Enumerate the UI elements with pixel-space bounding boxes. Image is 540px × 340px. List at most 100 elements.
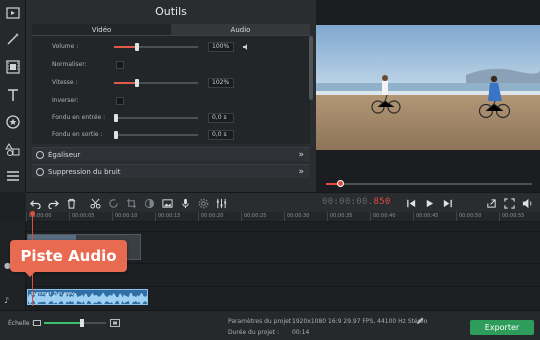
- scale-slider[interactable]: [44, 319, 106, 327]
- sticker-icon[interactable]: [3, 111, 23, 133]
- noise-removal-label: Suppression du bruit: [48, 168, 121, 176]
- speed-label: Vitesse :: [52, 79, 78, 86]
- play-icon[interactable]: [422, 196, 436, 210]
- fullscreen-icon[interactable]: [502, 196, 516, 210]
- redo-icon[interactable]: [46, 196, 60, 210]
- export-frame-icon[interactable]: [484, 196, 498, 210]
- audio-clip[interactable]: summer_fun.wav: [27, 289, 148, 305]
- tools-panel: Outils Vidéo Audio Volume : 100% Normali…: [26, 0, 316, 192]
- fade-out-value[interactable]: 0,0 s: [208, 130, 234, 140]
- ruler-tick: 00:00:45: [413, 212, 438, 221]
- equalizer-accordion[interactable]: Égaliseur »: [32, 147, 310, 161]
- beach-scene-image: [316, 25, 540, 150]
- ruler-tick: 00:00:55: [499, 212, 524, 221]
- fade-in-label: Fondu en entrée :: [52, 114, 106, 121]
- fade-out-row: Fondu en sortie : 0,0 s: [32, 128, 310, 142]
- seek-bar-handle[interactable]: [337, 180, 344, 187]
- equalizer-radio[interactable]: [36, 151, 44, 159]
- volume-row: Volume : 100%: [32, 40, 310, 54]
- music-note-icon: ♪: [4, 296, 10, 305]
- chevron-double-right-icon: »: [298, 150, 304, 160]
- project-params-value: 1920x1080 16:9 29.97 FPS, 44100 Hz Stéré…: [292, 318, 428, 325]
- panel-title: Outils: [155, 5, 187, 18]
- chevron-double-right-icon: »: [298, 167, 304, 177]
- scale-slider-handle[interactable]: [80, 319, 84, 327]
- tab-bar: Vidéo Audio: [32, 24, 310, 36]
- seek-bar[interactable]: [326, 180, 532, 187]
- color-adjust-icon[interactable]: [142, 196, 156, 210]
- film-import-icon[interactable]: [3, 2, 23, 24]
- speed-slider-handle[interactable]: [135, 79, 139, 87]
- gear-icon[interactable]: [196, 196, 210, 210]
- ruler-tick: 00:00:50: [456, 212, 481, 221]
- preview-panel: [316, 0, 540, 192]
- volume-icon[interactable]: [520, 196, 534, 210]
- transitions-icon[interactable]: [3, 138, 23, 160]
- reverse-row: Inverser:: [32, 94, 310, 108]
- film-strip-icon[interactable]: [3, 56, 23, 78]
- timecode-ms: 850: [373, 197, 391, 207]
- zoom-out-icon[interactable]: [33, 319, 41, 327]
- equalizer-icon[interactable]: [214, 196, 228, 210]
- ruler-tick: 00:00:30: [284, 212, 309, 221]
- status-bar: Échelle : Paramètres du projet : 1920x10…: [0, 310, 540, 340]
- panel-scrollbar[interactable]: [309, 36, 313, 100]
- speed-slider[interactable]: [114, 79, 198, 87]
- volume-slider[interactable]: [114, 43, 198, 51]
- ruler-tick: 00:00:05: [69, 212, 94, 221]
- noise-removal-radio[interactable]: [36, 168, 44, 176]
- skip-forward-icon[interactable]: [440, 196, 454, 210]
- zoom-in-icon[interactable]: [110, 318, 120, 328]
- undo-icon[interactable]: [28, 196, 42, 210]
- normalize-checkbox[interactable]: [116, 61, 124, 69]
- reverse-checkbox[interactable]: [116, 97, 124, 105]
- tab-video[interactable]: Vidéo: [32, 24, 171, 36]
- timecode-main: 00:00:00.: [322, 197, 374, 207]
- crop-icon[interactable]: [124, 196, 138, 210]
- skip-back-icon[interactable]: [404, 196, 418, 210]
- project-params-label: Paramètres du projet :: [228, 318, 296, 325]
- fade-in-slider-handle[interactable]: [114, 114, 118, 122]
- ruler-tick: 00:00:25: [241, 212, 266, 221]
- speaker-icon[interactable]: [242, 43, 250, 51]
- scale-label: Échelle :: [8, 320, 34, 327]
- volume-slider-fill: [114, 46, 137, 48]
- audio-clip-name: summer_fun.wav: [31, 291, 74, 297]
- track-divider: [26, 231, 540, 232]
- ruler-tick: 00:00:35: [327, 212, 352, 221]
- volume-slider-handle[interactable]: [135, 43, 139, 51]
- menu-icon[interactable]: [3, 165, 23, 187]
- fade-in-row: Fondu en entrée : 0,0 s: [32, 111, 310, 125]
- ruler-tick: 00:00:10: [112, 212, 137, 221]
- callout-pointer: [24, 271, 36, 277]
- track-divider: [26, 286, 540, 287]
- speed-slider-fill: [114, 82, 137, 84]
- duration-value: 00:14: [292, 329, 310, 336]
- ruler-tick: 00:00:40: [370, 212, 395, 221]
- fade-in-slider[interactable]: [114, 114, 198, 122]
- magic-wand-icon[interactable]: [3, 28, 23, 50]
- trash-icon[interactable]: [64, 196, 78, 210]
- text-icon[interactable]: [3, 84, 23, 106]
- ruler-tick: 00:00:20: [198, 212, 223, 221]
- image-icon[interactable]: [160, 196, 174, 210]
- pencil-icon[interactable]: [416, 317, 424, 325]
- scissors-icon[interactable]: [88, 196, 102, 210]
- scale-slider-fill: [44, 322, 82, 324]
- volume-value[interactable]: 100%: [208, 42, 234, 52]
- fade-out-slider[interactable]: [114, 131, 198, 139]
- noise-removal-accordion[interactable]: Suppression du bruit »: [32, 164, 310, 178]
- speed-value[interactable]: 102%: [208, 78, 234, 88]
- properties-list: Volume : 100% Normaliser: Vitesse : 102%…: [32, 36, 310, 144]
- tab-audio[interactable]: Audio: [171, 24, 310, 36]
- fade-in-value[interactable]: 0,0 s: [208, 113, 234, 123]
- video-frame: [316, 25, 540, 150]
- timeline-ruler[interactable]: 00:00:00 00:00:05 00:00:10 00:00:15 00:0…: [26, 212, 540, 222]
- export-button[interactable]: Exporter: [470, 320, 534, 335]
- microphone-icon[interactable]: [178, 196, 192, 210]
- timeline-toolbar: 00:00:00.850: [26, 192, 540, 212]
- playhead-handle[interactable]: [30, 211, 35, 216]
- fade-out-slider-handle[interactable]: [114, 131, 118, 139]
- rotate-icon[interactable]: [106, 196, 120, 210]
- left-toolbar: [0, 0, 26, 192]
